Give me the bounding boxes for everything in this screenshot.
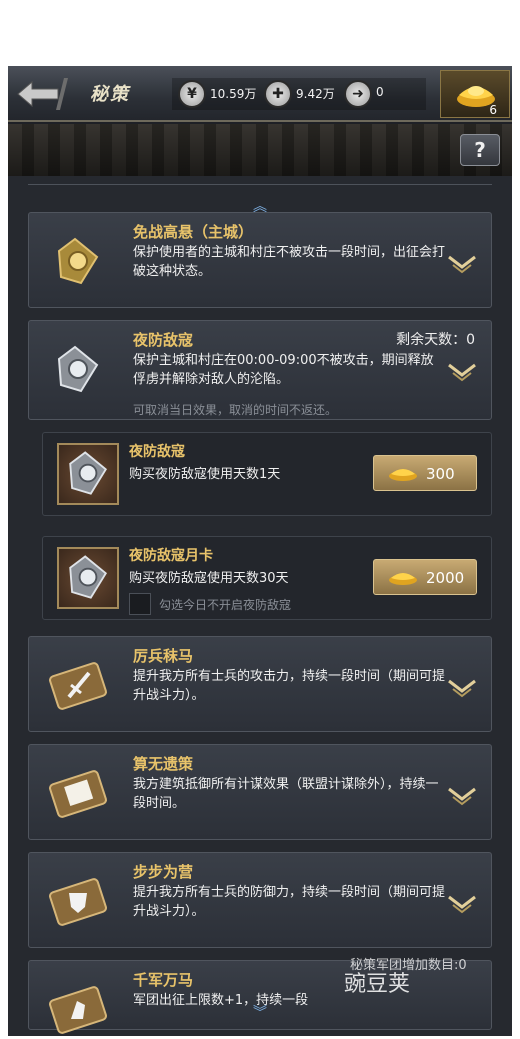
stratagem-list[interactable]: ︽ 免战高悬（主城） 保护使用者的主城和村庄不被攻击一段时间，出征会打破这种状态… xyxy=(8,176,512,1036)
divider xyxy=(28,184,492,194)
remaining-days: 剩余天数：0 xyxy=(396,332,475,348)
chevron-down-icon[interactable] xyxy=(447,785,477,807)
item-title: 步步为营 xyxy=(133,863,194,881)
item-title: 免战高悬（主城） xyxy=(133,223,254,241)
purchase-title: 夜防敌寇 xyxy=(129,444,185,460)
shield-scroll-icon xyxy=(49,878,107,926)
game-screen: 秘策 ¥ 10.59万 ✚ 9.42万 ➜ 0 6 ? ︽ 免战高悬（主城） 保… xyxy=(8,66,512,1036)
gold-count: 6 xyxy=(489,103,497,117)
item-description: 我方建筑抵御所有计谋效果（联盟计谋除外），持续一段时间。 xyxy=(133,777,439,811)
item-title: 厉兵秣马 xyxy=(133,647,194,665)
resource-bar: ¥ 10.59万 ✚ 9.42万 ➜ 0 xyxy=(172,78,426,110)
item-card-bubu[interactable]: 步步为营 提升我方所有士兵的防御力，持续一段时间（期间可提升战斗力）。 xyxy=(28,852,492,948)
item-description: 保护主城和村庄在00:00-09:00不被攻击，期间释放俘虏并解除对敌人的沦陷。 xyxy=(133,353,434,387)
item-note: 可取消当日效果，取消的时间不返还。 xyxy=(133,403,338,417)
price: 2000 xyxy=(426,569,465,587)
purchase-description: 购买夜防敌寇使用天数30天 xyxy=(129,571,289,586)
item-title: 千军万马 xyxy=(133,971,194,989)
resource-value: 0 xyxy=(376,85,384,99)
chevron-down-icon[interactable] xyxy=(447,677,477,699)
gold-ingot-icon xyxy=(389,469,417,481)
buy-button[interactable]: 300 xyxy=(373,455,477,491)
silver-shield-badge-icon xyxy=(57,345,99,393)
gold-ingot-button[interactable]: 6 xyxy=(440,70,510,118)
silver-shield-badge-icon xyxy=(57,443,119,505)
gold-shield-badge-icon xyxy=(57,237,99,285)
gold-ingot-icon xyxy=(389,573,417,585)
purchase-row-1day: 夜防敌寇 购买夜防敌寇使用天数1天 300 xyxy=(42,432,492,516)
resource-value: 9.42万 xyxy=(296,87,335,101)
item-card-mianzhan[interactable]: 免战高悬（主城） 保护使用者的主城和村庄不被攻击一段时间，出征会打破这种状态。 xyxy=(28,212,492,308)
item-card-yefang[interactable]: 夜防敌寇 剩余天数：0 保护主城和村庄在00:00-09:00不被攻击，期间释放… xyxy=(28,320,492,420)
item-description: 提升我方所有士兵的防御力，持续一段时间（期间可提升战斗力）。 xyxy=(133,885,446,919)
page-title: 秘策 xyxy=(90,84,130,105)
checkbox[interactable] xyxy=(129,593,151,615)
item-card-suanwu[interactable]: 算无遗策 我方建筑抵御所有计谋效果（联盟计谋除外），持续一段时间。 xyxy=(28,744,492,840)
silver-shield-badge-icon xyxy=(57,547,119,609)
resource-value: 10.59万 xyxy=(210,87,257,101)
sword-scroll-icon xyxy=(49,662,107,710)
cross-coin-icon: ✚ xyxy=(264,80,292,108)
item-description: 提升我方所有士兵的攻击力，持续一段时间（期间可提升战斗力）。 xyxy=(133,669,446,703)
hall-banner: ? xyxy=(8,124,512,176)
paper-scroll-icon xyxy=(49,770,107,818)
watermark-logo-text: 豌豆荚 xyxy=(344,972,411,997)
buy-button[interactable]: 2000 xyxy=(373,559,477,595)
item-description: 保护使用者的主城和村庄不被攻击一段时间，出征会打破这种状态。 xyxy=(133,245,446,279)
checkbox-label: 勾选今日不开启夜防敌寇 xyxy=(159,598,292,612)
arrow-coin-icon: ➜ xyxy=(344,80,372,108)
chevron-down-icon[interactable] xyxy=(447,361,477,383)
item-title: 算无遗策 xyxy=(133,755,194,773)
top-bar: 秘策 ¥ 10.59万 ✚ 9.42万 ➜ 0 6 xyxy=(8,66,512,122)
help-button[interactable]: ? xyxy=(460,134,500,166)
purchase-row-30day: 夜防敌寇月卡 购买夜防敌寇使用天数30天 勾选今日不开启夜防敌寇 2000 xyxy=(42,536,492,620)
yuan-token-icon: ¥ xyxy=(178,80,206,108)
chevron-down-icon[interactable] xyxy=(447,253,477,275)
back-arrow-icon[interactable] xyxy=(14,76,72,112)
scroll-down-icon[interactable]: ︾ xyxy=(251,1006,269,1020)
price: 300 xyxy=(426,465,455,483)
horse-scroll-icon xyxy=(49,986,107,1034)
purchase-title: 夜防敌寇月卡 xyxy=(129,548,213,564)
chevron-down-icon[interactable] xyxy=(447,893,477,915)
item-title: 夜防敌寇 xyxy=(133,331,194,349)
purchase-description: 购买夜防敌寇使用天数1天 xyxy=(129,467,281,482)
item-card-libing[interactable]: 厉兵秣马 提升我方所有士兵的攻击力，持续一段时间（期间可提升战斗力）。 xyxy=(28,636,492,732)
